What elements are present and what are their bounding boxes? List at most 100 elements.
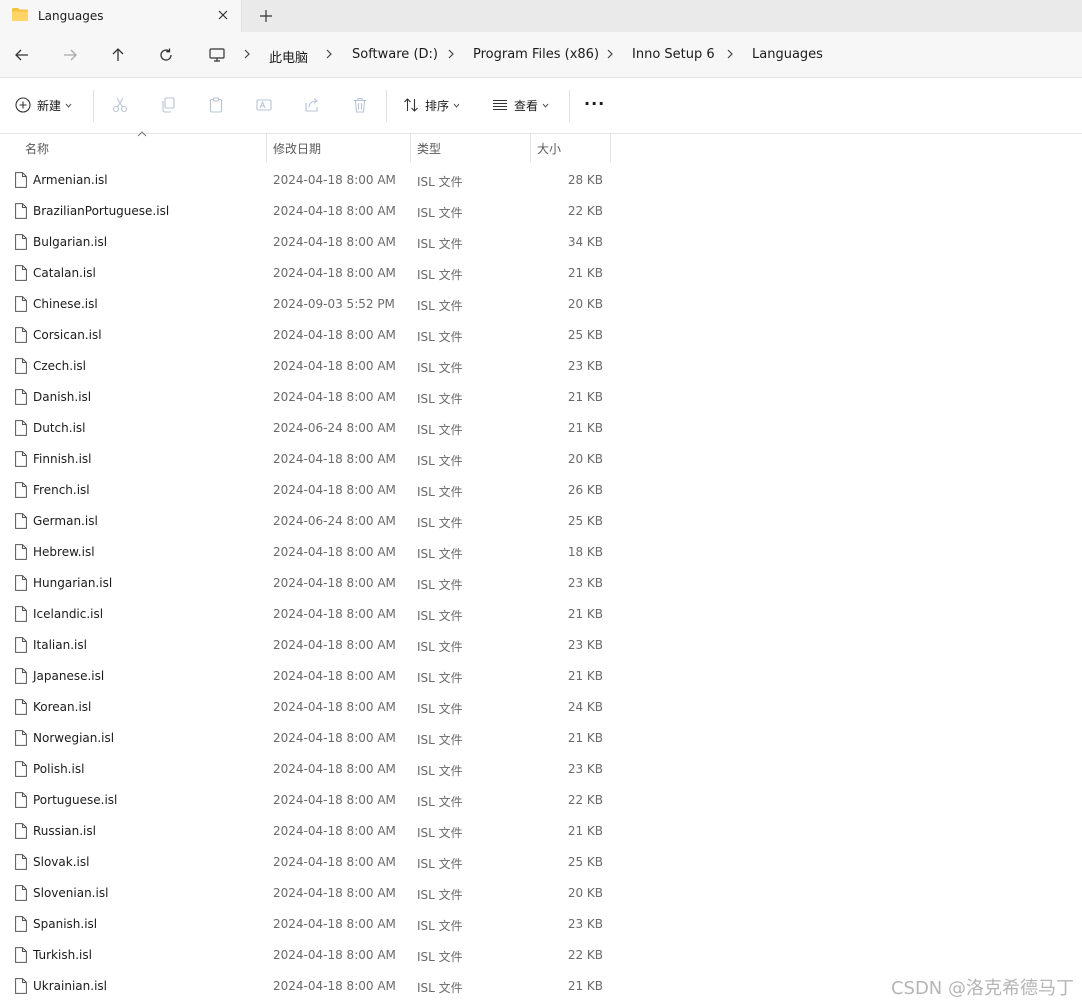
view-button[interactable]: 查看: [492, 94, 549, 116]
file-row[interactable]: Dutch.isl 2024-06-24 8:00 AM ISL 文件 21 KB: [0, 413, 620, 444]
file-size: 23 KB: [567, 917, 603, 931]
arrow-right-icon: [64, 49, 77, 61]
file-row[interactable]: Chinese.isl 2024-09-03 5:52 PM ISL 文件 20 KB: [0, 289, 620, 320]
file-row[interactable]: Bulgarian.isl 2024-04-18 8:00 AM ISL 文件 34 …: [0, 227, 620, 258]
file-type: ISL 文件: [417, 175, 463, 189]
file-name: Icelandic.isl: [33, 607, 104, 621]
breadcrumb-item[interactable]: 此电脑: [269, 47, 308, 66]
file-type: ISL 文件: [417, 826, 463, 840]
column-header-size[interactable]: 大小: [531, 134, 610, 162]
chevron-right-icon[interactable]: [445, 48, 457, 60]
file-name: Bulgarian.isl: [33, 235, 108, 249]
toolbar-divider: [93, 90, 94, 122]
new-button[interactable]: 新建: [15, 94, 72, 116]
file-icon: [15, 792, 27, 808]
file-row[interactable]: Ukrainian.isl 2024-04-18 8:00 AM ISL 文件 21 …: [0, 971, 620, 1002]
refresh-button[interactable]: [156, 45, 176, 65]
file-date: 2024-04-18 8:00 AM: [273, 204, 396, 218]
chevron-right-icon[interactable]: [323, 48, 335, 60]
sort-button[interactable]: 排序: [403, 94, 460, 116]
file-row[interactable]: Slovenian.isl 2024-04-18 8:00 AM ISL 文件 20 …: [0, 878, 620, 909]
file-icon: [15, 854, 27, 870]
file-row[interactable]: Finnish.isl 2024-04-18 8:00 AM ISL 文件 20 KB: [0, 444, 620, 475]
rename-icon: [256, 99, 272, 111]
file-row[interactable]: Hungarian.isl 2024-04-18 8:00 AM ISL 文件 23 …: [0, 568, 620, 599]
file-row[interactable]: Russian.isl 2024-04-18 8:00 AM ISL 文件 21 KB: [0, 816, 620, 847]
up-button[interactable]: [108, 45, 128, 65]
this-pc-location-button[interactable]: [207, 45, 227, 65]
file-date: 2024-04-18 8:00 AM: [273, 669, 396, 683]
file-date: 2024-06-24 8:00 AM: [273, 421, 396, 435]
file-type: ISL 文件: [417, 361, 463, 375]
column-divider[interactable]: [610, 134, 611, 162]
breadcrumb-item[interactable]: Inno Setup 6: [632, 47, 715, 62]
file-size: 23 KB: [567, 762, 603, 776]
tab-title: Languages: [38, 9, 104, 23]
file-icon: [15, 482, 27, 498]
delete-button[interactable]: [350, 95, 370, 115]
column-header-type[interactable]: 类型: [411, 134, 530, 162]
file-row[interactable]: BrazilianPortuguese.isl 2024-04-18 8:00 A…: [0, 196, 620, 227]
copy-button[interactable]: [158, 95, 178, 115]
file-date: 2024-04-18 8:00 AM: [273, 452, 396, 466]
file-row[interactable]: Korean.isl 2024-04-18 8:00 AM ISL 文件 24 KB: [0, 692, 620, 723]
file-row[interactable]: Icelandic.isl 2024-04-18 8:00 AM ISL 文件 21 …: [0, 599, 620, 630]
file-size: 34 KB: [567, 235, 603, 249]
file-size: 21 KB: [567, 390, 603, 404]
file-row[interactable]: Polish.isl 2024-04-18 8:00 AM ISL 文件 23 KB: [0, 754, 620, 785]
column-header-name[interactable]: 名称: [0, 134, 266, 162]
new-tab-button[interactable]: [256, 6, 276, 26]
file-icon: [15, 389, 27, 405]
file-name: Polish.isl: [33, 762, 85, 776]
file-row[interactable]: Hebrew.isl 2024-04-18 8:00 AM ISL 文件 18 KB: [0, 537, 620, 568]
address-row: 此电脑 Software (D:) Program Files (x86) In…: [0, 32, 1082, 78]
file-row[interactable]: Spanish.isl 2024-04-18 8:00 AM ISL 文件 23 KB: [0, 909, 620, 940]
file-row[interactable]: Japanese.isl 2024-04-18 8:00 AM ISL 文件 21 K…: [0, 661, 620, 692]
share-button[interactable]: [302, 95, 322, 115]
file-name: Korean.isl: [33, 700, 92, 714]
breadcrumb-item[interactable]: Program Files (x86): [473, 47, 599, 62]
file-row[interactable]: Italian.isl 2024-04-18 8:00 AM ISL 文件 23 KB: [0, 630, 620, 661]
file-icon: [15, 916, 27, 932]
back-button[interactable]: [12, 45, 32, 65]
rename-button[interactable]: [254, 95, 274, 115]
file-date: 2024-04-18 8:00 AM: [273, 731, 396, 745]
file-date: 2024-04-18 8:00 AM: [273, 886, 396, 900]
file-date: 2024-04-18 8:00 AM: [273, 917, 396, 931]
chevron-right-icon[interactable]: [604, 48, 616, 60]
column-header-date[interactable]: 修改日期: [267, 134, 410, 162]
file-size: 24 KB: [567, 700, 603, 714]
cut-button[interactable]: [110, 95, 130, 115]
tab-languages[interactable]: Languages: [0, 0, 242, 32]
forward-button[interactable]: [60, 45, 80, 65]
chevron-right-icon[interactable]: [241, 48, 253, 60]
file-row[interactable]: Turkish.isl 2024-04-18 8:00 AM ISL 文件 22 KB: [0, 940, 620, 971]
file-row[interactable]: French.isl 2024-04-18 8:00 AM ISL 文件 26 KB: [0, 475, 620, 506]
file-type: ISL 文件: [417, 733, 463, 747]
refresh-icon: [160, 48, 172, 61]
file-size: 25 KB: [567, 328, 603, 342]
file-icon: [15, 327, 27, 343]
file-row[interactable]: Czech.isl 2024-04-18 8:00 AM ISL 文件 23 KB: [0, 351, 620, 382]
close-icon[interactable]: [213, 5, 233, 25]
file-row[interactable]: Norwegian.isl 2024-04-18 8:00 AM ISL 文件 21 …: [0, 723, 620, 754]
file-icon: [15, 885, 27, 901]
file-icon: [15, 172, 27, 188]
file-date: 2024-04-18 8:00 AM: [273, 266, 396, 280]
file-name: Czech.isl: [33, 359, 86, 373]
file-row[interactable]: Danish.isl 2024-04-18 8:00 AM ISL 文件 21 KB: [0, 382, 620, 413]
breadcrumb-item[interactable]: Software (D:): [352, 47, 438, 62]
file-row[interactable]: German.isl 2024-06-24 8:00 AM ISL 文件 25 KB: [0, 506, 620, 537]
file-date: 2024-04-18 8:00 AM: [273, 700, 396, 714]
file-row[interactable]: Slovak.isl 2024-04-18 8:00 AM ISL 文件 25 KB: [0, 847, 620, 878]
file-row[interactable]: Portuguese.isl 2024-04-18 8:00 AM ISL 文件 22…: [0, 785, 620, 816]
paste-button[interactable]: [206, 95, 226, 115]
file-size: 21 KB: [567, 669, 603, 683]
more-options-button[interactable]: ···: [584, 92, 605, 114]
file-row[interactable]: Corsican.isl 2024-04-18 8:00 AM ISL 文件 25 K…: [0, 320, 620, 351]
file-row[interactable]: Catalan.isl 2024-04-18 8:00 AM ISL 文件 21 KB: [0, 258, 620, 289]
breadcrumb-item-current[interactable]: Languages: [752, 47, 823, 62]
file-row[interactable]: Armenian.isl 2024-04-18 8:00 AM ISL 文件 28 K…: [0, 165, 620, 196]
chevron-right-icon[interactable]: [724, 48, 736, 60]
file-name: Danish.isl: [33, 390, 92, 404]
